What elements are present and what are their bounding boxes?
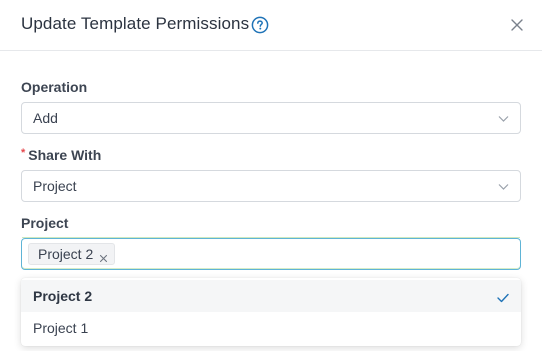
dropdown-option-project-2[interactable]: Project 2	[21, 280, 521, 312]
tag-remove-icon[interactable]	[99, 250, 108, 262]
dropdown-option-label: Project 1	[33, 320, 89, 336]
operation-select-value: Add	[33, 110, 58, 126]
close-icon[interactable]	[509, 17, 525, 33]
help-icon[interactable]	[251, 16, 269, 34]
share-with-select[interactable]: Project	[21, 170, 521, 202]
share-with-select-value: Project	[33, 178, 77, 194]
project-multiselect[interactable]: Project 2	[21, 237, 521, 270]
dropdown-option-label: Project 2	[33, 288, 93, 304]
share-with-label-text: Share With	[28, 147, 102, 163]
operation-select[interactable]: Add	[21, 102, 521, 134]
chevron-down-icon	[497, 112, 510, 125]
check-icon	[497, 290, 509, 303]
dialog-title: Update Template Permissions	[21, 14, 250, 33]
share-with-label: * Share With	[21, 147, 101, 163]
chevron-down-icon	[497, 180, 510, 193]
dialog-header: Update Template Permissions	[0, 0, 542, 51]
dropdown-option-project-1[interactable]: Project 1	[21, 312, 521, 344]
required-mark: *	[21, 147, 26, 159]
project-label: Project	[21, 215, 69, 231]
operation-label: Operation	[21, 79, 88, 95]
project-tag: Project 2	[28, 243, 116, 265]
project-tag-label: Project 2	[38, 246, 94, 262]
project-dropdown-menu: Project 2 Project 1	[21, 278, 521, 346]
